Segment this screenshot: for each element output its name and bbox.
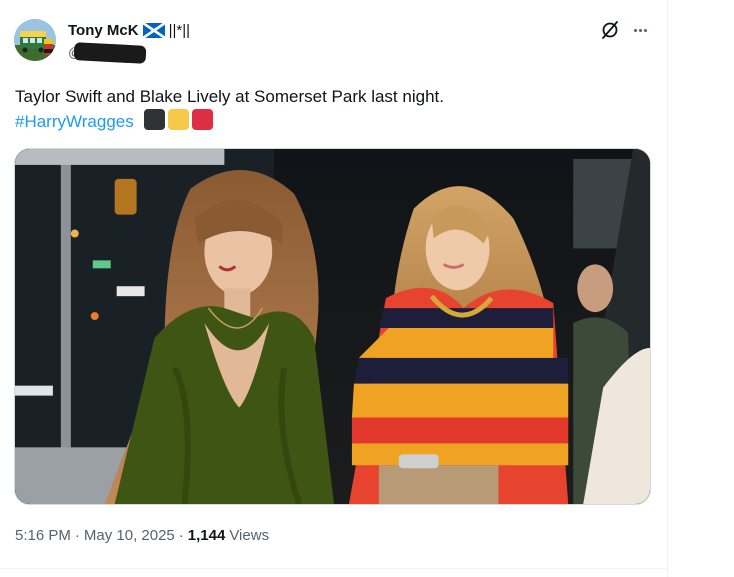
red-square-emoji (192, 109, 214, 130)
column-divider (667, 0, 668, 577)
more-dot (643, 28, 647, 32)
more-dot (638, 28, 642, 32)
scotland-flag-icon (142, 22, 165, 38)
handle-redaction-scribble (73, 42, 147, 64)
yellow-square-emoji (168, 109, 190, 130)
avatar-image (14, 19, 56, 61)
tweet-date[interactable]: May 10, 2025 (84, 527, 175, 544)
more-icon[interactable] (630, 20, 650, 40)
views-count: 1,144 (187, 527, 226, 544)
views-label: Views (229, 527, 270, 544)
tweet-meta: 5:16 PM · May 10, 2025 · 1,144 Views (15, 527, 269, 544)
grok-icon[interactable] (600, 20, 620, 40)
tweet-photo[interactable] (14, 148, 651, 505)
author-name-suffix: ||*|| (168, 21, 190, 39)
hashtag-link[interactable]: #HarryWragges (15, 112, 134, 131)
tweet-hashtag-line: #HarryWragges (15, 109, 655, 134)
author-name-row[interactable]: Tony McK ||*|| (68, 20, 190, 40)
author-handle-row[interactable]: @T (68, 42, 147, 64)
more-dot (633, 28, 637, 32)
black-square-emoji (144, 109, 166, 130)
avatar[interactable] (14, 19, 56, 61)
tweet-text: Taylor Swift and Blake Lively at Somerse… (15, 84, 655, 134)
meta-separator: · (74, 527, 80, 544)
tweet-bottom-divider (0, 568, 667, 569)
tweet-time[interactable]: 5:16 PM (15, 527, 71, 544)
author-display-name[interactable]: Tony McK (68, 22, 139, 39)
meta-separator: · (178, 527, 184, 544)
photo-image (15, 149, 650, 504)
tweet-body: Taylor Swift and Blake Lively at Somerse… (15, 87, 444, 106)
emoji-squares (144, 109, 214, 130)
